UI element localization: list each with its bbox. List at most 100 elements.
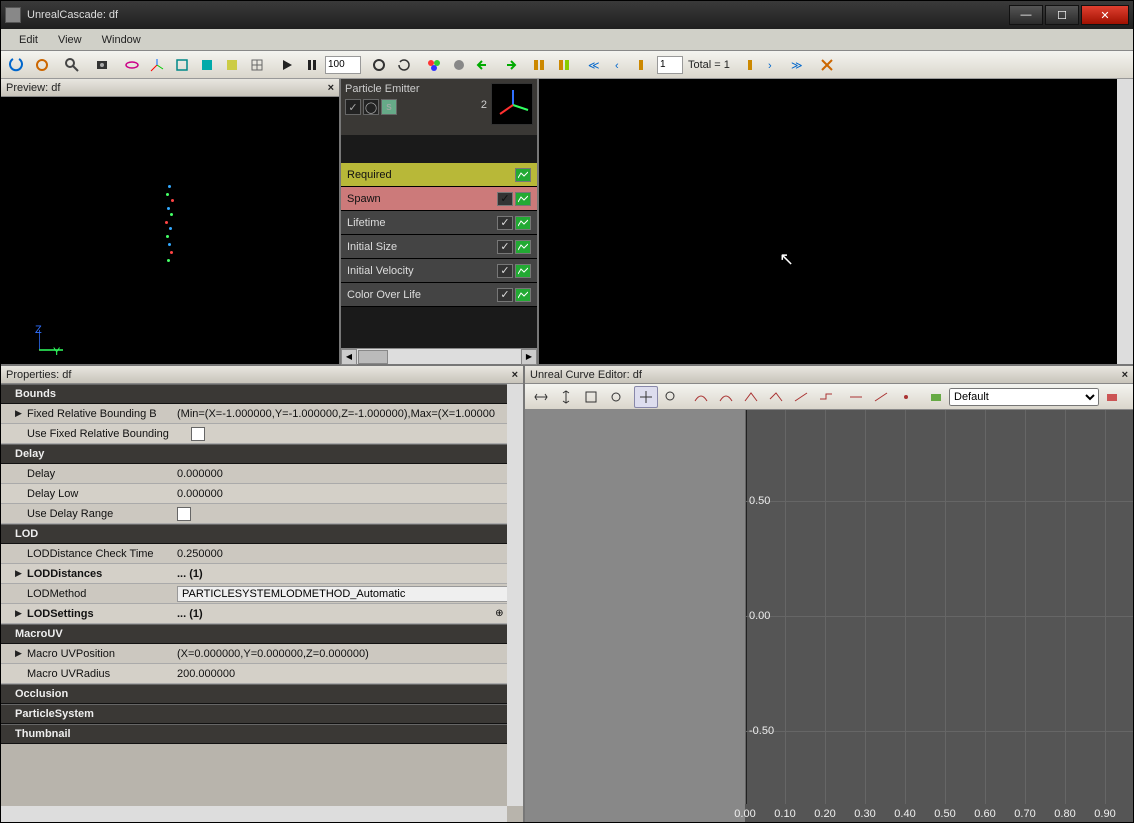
module-enable-checkbox[interactable]: ✓ xyxy=(497,192,513,206)
straighten-icon[interactable] xyxy=(869,386,893,408)
emitter-solo-checkbox[interactable]: s xyxy=(381,99,397,115)
properties-vscrollbar[interactable] xyxy=(507,384,523,806)
bounds-icon[interactable] xyxy=(195,54,219,76)
module-graph-icon[interactable] xyxy=(515,216,531,230)
minimize-button[interactable]: — xyxy=(1009,5,1043,25)
lod-index-input[interactable] xyxy=(657,56,683,74)
section-macrouv[interactable]: MacroUV xyxy=(1,624,523,644)
scroll-left-icon[interactable]: ◀ xyxy=(341,349,357,365)
prop-fixed-relative-bounding[interactable]: ▶Fixed Relative Bounding B(Min=(X=-1.000… xyxy=(1,404,523,424)
curve-track-list[interactable] xyxy=(525,410,745,822)
curve-preset-select[interactable]: Default xyxy=(949,388,1099,406)
tangent-autoclamped-icon[interactable] xyxy=(714,386,738,408)
prop-use-fixed-relative[interactable]: Use Fixed Relative Bounding xyxy=(1,424,523,444)
sphere-icon[interactable] xyxy=(447,54,471,76)
fit-horizontal-icon[interactable] xyxy=(529,386,553,408)
module-spawn[interactable]: Spawn✓ xyxy=(341,187,537,211)
restart-level-icon[interactable] xyxy=(30,54,54,76)
show-all-tangents-icon[interactable] xyxy=(894,386,918,408)
menu-edit[interactable]: Edit xyxy=(9,32,48,48)
emitter-hscrollbar[interactable]: ◀ ▶ xyxy=(341,348,537,364)
module-enable-checkbox[interactable]: ✓ xyxy=(497,288,513,302)
lod-method-select[interactable]: PARTICLESYSTEMLODMETHOD_Automatic xyxy=(177,586,523,602)
emitter-header[interactable]: Particle Emitter ✓ ◯ s 2 xyxy=(341,79,537,135)
module-initial-velocity[interactable]: Initial Velocity✓ xyxy=(341,259,537,283)
use-fixed-checkbox[interactable] xyxy=(191,427,205,441)
emitter-render-checkbox[interactable]: ◯ xyxy=(363,99,379,115)
prop-delay[interactable]: Delay0.000000▲▼ xyxy=(1,464,523,484)
tangent-auto-icon[interactable] xyxy=(689,386,713,408)
section-thumbnail[interactable]: Thumbnail xyxy=(1,724,523,744)
preview-close-icon[interactable]: × xyxy=(328,82,334,94)
emitter-canvas[interactable]: ↖ xyxy=(539,79,1133,364)
pause-icon[interactable] xyxy=(300,54,324,76)
module-graph-icon[interactable] xyxy=(515,288,531,302)
curve-plot[interactable]: 0.000.100.200.300.400.500.600.700.800.90… xyxy=(745,410,1133,822)
lod-addafter-icon[interactable] xyxy=(735,54,759,76)
module-enable-checkbox[interactable]: ✓ xyxy=(497,216,513,230)
redo-icon[interactable] xyxy=(497,54,521,76)
scroll-thumb[interactable] xyxy=(358,350,388,364)
sim-speed-input[interactable] xyxy=(325,56,361,74)
zoom-mode-icon[interactable] xyxy=(659,386,683,408)
color-icon[interactable] xyxy=(422,54,446,76)
delete-tab-icon[interactable] xyxy=(1100,386,1124,408)
prop-lod-method[interactable]: LODMethodPARTICLESYSTEMLODMETHOD_Automat… xyxy=(1,584,523,604)
use-delay-range-checkbox[interactable] xyxy=(177,507,191,521)
emitter-vscrollbar[interactable] xyxy=(1117,79,1133,364)
section-bounds[interactable]: Bounds xyxy=(1,384,523,404)
module-enable-checkbox[interactable]: ✓ xyxy=(497,240,513,254)
menu-view[interactable]: View xyxy=(48,32,92,48)
find-icon[interactable] xyxy=(60,54,84,76)
module-color-over-life[interactable]: Color Over Life✓ xyxy=(341,283,537,307)
emitter-enabled-checkbox[interactable]: ✓ xyxy=(345,99,361,115)
prop-macro-uv-position[interactable]: ▶Macro UVPosition(X=0.000000,Y=0.000000,… xyxy=(1,644,523,664)
tangent-constant-icon[interactable] xyxy=(814,386,838,408)
save-thumb-icon[interactable] xyxy=(90,54,114,76)
tangent-linear-icon[interactable] xyxy=(789,386,813,408)
grid-icon[interactable] xyxy=(245,54,269,76)
lod-addbefore-icon[interactable] xyxy=(632,54,656,76)
loop-icon[interactable] xyxy=(392,54,416,76)
prop-delay-low[interactable]: Delay Low0.000000▲▼ xyxy=(1,484,523,504)
properties-hscrollbar[interactable] xyxy=(1,806,507,822)
scroll-right-icon[interactable]: ▶ xyxy=(521,349,537,365)
section-particlesystem[interactable]: ParticleSystem xyxy=(1,704,523,724)
lod-last-icon[interactable]: ≫ xyxy=(785,54,809,76)
flatten-icon[interactable] xyxy=(844,386,868,408)
axes-icon[interactable] xyxy=(145,54,169,76)
section-lod[interactable]: LOD xyxy=(1,524,523,544)
preview-viewport[interactable]: Z Y xyxy=(1,97,339,364)
lod-delete-icon[interactable] xyxy=(815,54,839,76)
section-delay[interactable]: Delay xyxy=(1,444,523,464)
module-graph-icon[interactable] xyxy=(515,264,531,278)
curve-close-icon[interactable]: × xyxy=(1122,369,1128,381)
lod-next-icon[interactable]: › xyxy=(760,54,784,76)
tangent-user-icon[interactable] xyxy=(739,386,763,408)
prop-use-delay-range[interactable]: Use Delay Range xyxy=(1,504,523,524)
lod-first-icon[interactable]: ≪ xyxy=(582,54,606,76)
lod-prev-icon[interactable]: ‹ xyxy=(607,54,631,76)
module-lifetime[interactable]: Lifetime✓ xyxy=(341,211,537,235)
tangent-break-icon[interactable] xyxy=(764,386,788,408)
module-graph-icon[interactable] xyxy=(515,168,531,182)
module-enable-checkbox[interactable]: ✓ xyxy=(497,264,513,278)
prop-lod-check-time[interactable]: LODDistance Check Time0.250000▲▼ xyxy=(1,544,523,564)
module-required[interactable]: Required xyxy=(341,163,537,187)
restart-sim-icon[interactable] xyxy=(5,54,29,76)
module-graph-icon[interactable] xyxy=(515,192,531,206)
play-icon[interactable] xyxy=(275,54,299,76)
fit-all-icon[interactable] xyxy=(579,386,603,408)
properties-close-icon[interactable]: × xyxy=(512,369,518,381)
realtime-icon[interactable] xyxy=(367,54,391,76)
fit-selected-icon[interactable] xyxy=(604,386,628,408)
undo-icon[interactable] xyxy=(472,54,496,76)
fit-vertical-icon[interactable] xyxy=(554,386,578,408)
module-initial-size[interactable]: Initial Size✓ xyxy=(341,235,537,259)
orbit-icon[interactable] xyxy=(120,54,144,76)
lod-regen-icon[interactable] xyxy=(527,54,551,76)
prop-lod-distances[interactable]: ▶LODDistances... (1) xyxy=(1,564,523,584)
close-button[interactable]: ✕ xyxy=(1081,5,1129,25)
pan-mode-icon[interactable] xyxy=(634,386,658,408)
create-tab-icon[interactable] xyxy=(924,386,948,408)
